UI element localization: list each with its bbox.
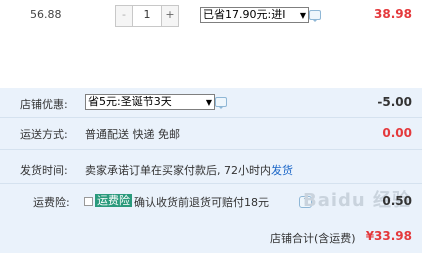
item-subtotal: 38.98 [374, 7, 412, 21]
shipping-amount: 0.00 [382, 126, 412, 140]
shop-total-label: 店铺合计(含运费) [270, 232, 356, 245]
qty-decrease-button[interactable]: - [116, 6, 133, 26]
insurance-checkbox[interactable] [84, 197, 93, 206]
quantity-input[interactable]: 1 [133, 6, 161, 26]
insurance-text: 确认收货前退货可赔付18元 [134, 196, 269, 209]
insurance-label: 运费险: [33, 196, 70, 209]
promo-select[interactable]: 省5元:圣诞节3天 ▼ [85, 94, 215, 110]
divider [0, 149, 422, 150]
promo-select-value: 省5元:圣诞节3天 [88, 95, 172, 108]
insurance-amount: 0.50 [382, 194, 412, 208]
quantity-stepper: - 1 + [115, 5, 179, 27]
promo-label: 店铺优惠: [20, 98, 68, 111]
insurance-badge: 运费险 [95, 194, 132, 207]
delivery-link[interactable]: 发货 [271, 164, 293, 177]
item-discount-value: 已省17.90元:进I [203, 8, 286, 21]
chevron-down-icon: ▼ [299, 11, 306, 20]
qty-increase-button[interactable]: + [161, 6, 178, 26]
unit-price: 56.88 [30, 8, 62, 21]
item-discount-select[interactable]: 已省17.90元:进I ▼ [200, 7, 309, 23]
cart-item-row: 56.88 - 1 + 已省17.90元:进I ▼ 38.98 [0, 0, 422, 33]
shipping-method: 普通配送 快递 免邮 [85, 128, 180, 141]
delivery-label: 发货时间: [20, 164, 68, 177]
delivery-promise: 卖家承诺订单在买家付款后, 72小时内发货 [85, 162, 293, 178]
shipping-label: 运送方式: [20, 128, 68, 141]
promo-amount: -5.00 [377, 95, 412, 109]
delivery-text: 卖家承诺订单在买家付款后, 72小时内 [85, 164, 271, 177]
divider [0, 183, 422, 184]
shop-total-amount: ¥33.98 [365, 229, 412, 243]
chat-icon[interactable] [215, 97, 227, 109]
chat-icon[interactable] [309, 10, 321, 22]
chevron-down-icon: ▼ [205, 98, 212, 107]
divider [0, 117, 422, 118]
